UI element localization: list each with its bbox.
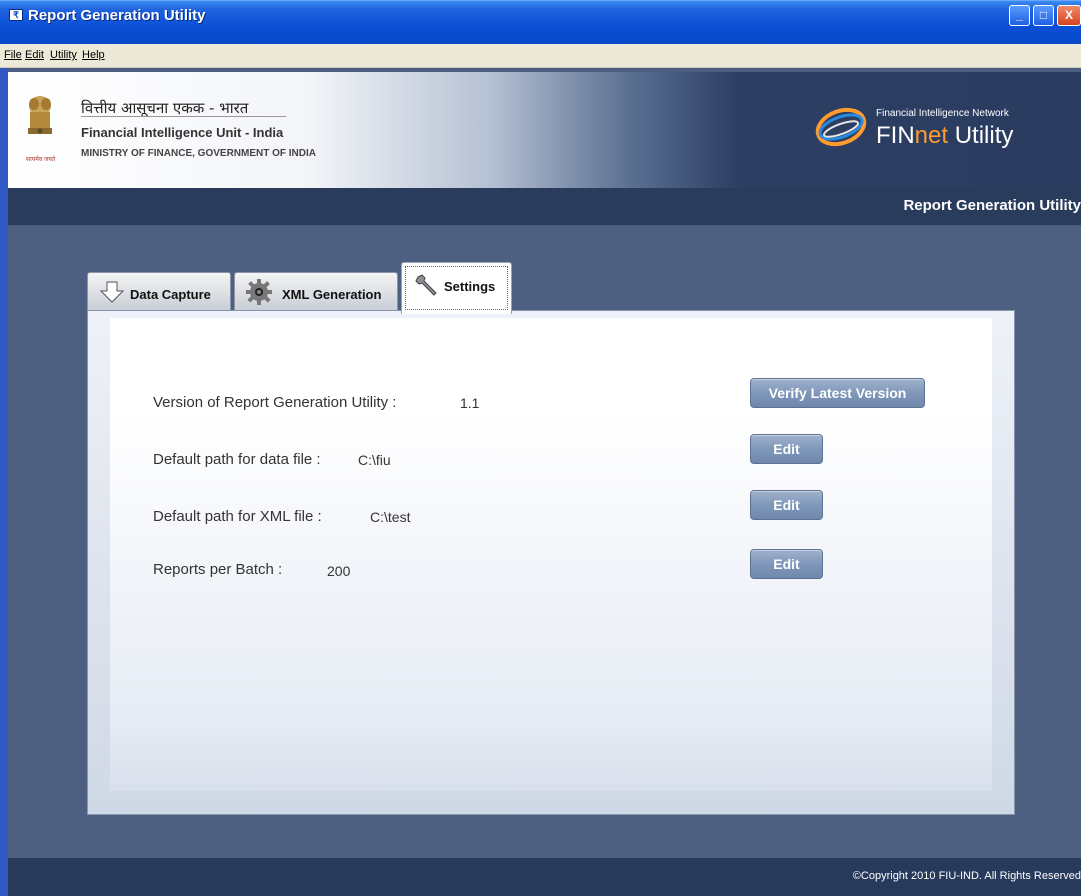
- data-path-label: Default path for data file :: [153, 451, 321, 468]
- national-emblem-icon: [28, 96, 52, 134]
- menu-edit[interactable]: Edit: [25, 49, 44, 61]
- edit-batch-button[interactable]: Edit: [750, 549, 823, 579]
- settings-content: Version of Report Generation Utility : 1…: [110, 318, 992, 791]
- wrench-icon: [415, 274, 437, 296]
- org-name: Financial Intelligence Unit - India: [81, 125, 284, 140]
- data-path-value: C:\fiu: [358, 452, 391, 468]
- subheader-strip: Report Generation Utility: [8, 188, 1081, 225]
- menu-bar: File Edit Utility Help: [0, 44, 1081, 68]
- edit-xml-path-button[interactable]: Edit: [750, 490, 823, 520]
- ministry-name: MINISTRY OF FINANCE, GOVERNMENT OF INDIA: [81, 148, 317, 159]
- down-arrow-icon: [100, 281, 124, 303]
- finnet-logo-icon: [815, 107, 867, 147]
- maximize-button[interactable]: □: [1033, 5, 1054, 26]
- title-bar: ₹ Report Generation Utility _ □ X: [0, 0, 1081, 44]
- settings-panel: Version of Report Generation Utility : 1…: [87, 310, 1015, 815]
- network-label: Financial Intelligence Network: [876, 108, 1009, 119]
- product-net: net: [914, 122, 949, 149]
- minimize-button[interactable]: _: [1009, 5, 1030, 26]
- subheader-title: Report Generation Utility: [903, 197, 1081, 214]
- gear-icon: [246, 279, 272, 305]
- tab-label: Settings: [444, 279, 496, 294]
- hindi-title: वित्तीय आसूचना एकक - भारत: [81, 99, 249, 117]
- footer: ©Copyright 2010 FIU-IND. All Rights Rese…: [8, 858, 1081, 896]
- batch-value: 200: [327, 563, 351, 579]
- version-value: 1.1: [460, 395, 480, 411]
- version-label: Version of Report Generation Utility :: [153, 394, 397, 411]
- tab-data-capture[interactable]: Data Capture: [87, 272, 231, 310]
- close-button[interactable]: X: [1057, 5, 1081, 26]
- batch-label: Reports per Batch :: [153, 561, 283, 578]
- xml-path-label: Default path for XML file :: [153, 508, 322, 525]
- header-banner: सत्यमेव जयते वित्तीय आसूचना एकक - भारत F…: [8, 72, 1081, 188]
- tab-label: XML Generation: [282, 287, 382, 302]
- verify-latest-version-button[interactable]: Verify Latest Version: [750, 378, 925, 408]
- menu-file[interactable]: File: [4, 49, 22, 61]
- tab-label: Data Capture: [130, 287, 211, 302]
- menu-help[interactable]: Help: [82, 49, 105, 61]
- title-divider: [81, 116, 286, 117]
- product-utility: Utility: [948, 122, 1014, 149]
- edit-data-path-button[interactable]: Edit: [750, 434, 823, 464]
- tab-settings[interactable]: Settings: [401, 262, 512, 314]
- copyright-text: ©Copyright 2010 FIU-IND. All Rights Rese…: [852, 870, 1081, 882]
- app-rupee-icon: ₹: [9, 9, 23, 21]
- menu-utility[interactable]: Utility: [50, 49, 77, 61]
- window-left-border: [0, 68, 8, 896]
- window-title: Report Generation Utility: [28, 7, 206, 24]
- xml-path-value: C:\test: [370, 509, 411, 525]
- emblem-motto: सत्यमेव जयते: [26, 157, 56, 163]
- product-fin: FIN: [876, 122, 915, 149]
- tab-xml-generation[interactable]: XML Generation: [234, 272, 398, 310]
- product-name: FINnet Utility: [876, 122, 1013, 150]
